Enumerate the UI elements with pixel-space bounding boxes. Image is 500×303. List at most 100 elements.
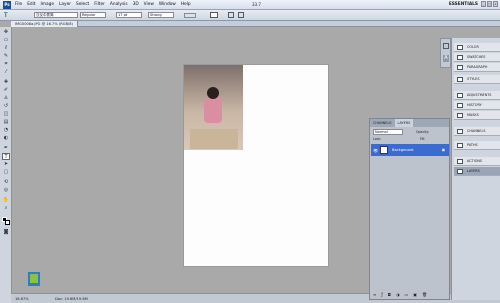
3d-panel-icon[interactable] bbox=[443, 43, 449, 49]
document-tab[interactable]: IMG0008a.JPG @ 16.7% (RGB/8) bbox=[11, 21, 78, 27]
dock-adjustments-label: ADJUSTMENTS bbox=[467, 93, 492, 97]
dock-swatches[interactable]: SWATCHES bbox=[454, 53, 500, 62]
photoshop-logo: Ps bbox=[3, 1, 11, 9]
workspace-switcher[interactable]: ESSENTIALS bbox=[449, 2, 478, 7]
background-color-swatch[interactable] bbox=[5, 220, 10, 225]
dock-history[interactable]: HISTORY bbox=[454, 101, 500, 110]
font-size-field[interactable]: 17 pt bbox=[116, 12, 142, 18]
blend-mode-select[interactable]: Normal bbox=[373, 129, 403, 135]
align-left-icon[interactable] bbox=[184, 13, 196, 18]
dock-actions[interactable]: ACTIONS bbox=[454, 157, 500, 166]
dock-styles[interactable]: STYLES bbox=[454, 75, 500, 84]
menu-edit[interactable]: Edit bbox=[27, 2, 35, 7]
maximize-icon[interactable]: □ bbox=[487, 1, 492, 7]
font-family-select[interactable]: 汉仪中秀简 bbox=[34, 12, 78, 18]
menu-bar: Ps File Edit Image Layer Select Filter A… bbox=[0, 0, 500, 10]
layers-footer: ∞ ƒ ◘ ◑ ▭ ▣ 🗑 bbox=[373, 292, 427, 297]
adjustments-icon bbox=[457, 93, 463, 98]
adjustment-icon[interactable]: ◑ bbox=[396, 292, 400, 297]
dock-layers[interactable]: LAYERS bbox=[454, 167, 500, 176]
pen-tool-icon[interactable]: ✒ bbox=[2, 145, 10, 152]
eyedropper-tool-icon[interactable]: ⁄ bbox=[2, 69, 10, 76]
zoom-tool-icon[interactable]: ⌕ bbox=[2, 205, 10, 212]
brush-tool-icon[interactable]: ✐ bbox=[2, 87, 10, 94]
dock-masks[interactable]: MASKS bbox=[454, 111, 500, 120]
3d-orbit-tool-icon[interactable]: ◎ bbox=[2, 187, 10, 194]
eye-icon[interactable]: 👁 bbox=[373, 148, 378, 153]
menu-layer[interactable]: Layer bbox=[59, 2, 71, 7]
lasso-tool-icon[interactable]: ℓ bbox=[2, 45, 10, 52]
window-controls: _ □ x bbox=[480, 1, 498, 7]
dock-paragraph-label: PARAGRAPH bbox=[467, 65, 488, 69]
menu-image[interactable]: Image bbox=[41, 2, 54, 7]
dock-history-label: HISTORY bbox=[467, 103, 482, 107]
document-tab-bar: IMG0008a.JPG @ 16.7% (RGB/8) bbox=[11, 21, 500, 27]
main-menu: File Edit Image Layer Select Filter Anal… bbox=[15, 2, 196, 7]
styles-icon bbox=[457, 77, 463, 82]
zoom-percentage[interactable]: 16.67% bbox=[15, 297, 29, 301]
actions-icon bbox=[457, 159, 463, 164]
menu-filter[interactable]: Filter bbox=[94, 2, 105, 7]
photo-image bbox=[184, 65, 243, 150]
blur-tool-icon[interactable]: ◔ bbox=[2, 127, 10, 134]
move-tool-icon[interactable]: ✥ bbox=[2, 29, 10, 36]
dock-color[interactable]: COLOR bbox=[454, 43, 500, 52]
dock-paths-label: PATHS bbox=[467, 143, 478, 147]
clone-stamp-tool-icon[interactable]: ♙ bbox=[2, 95, 10, 102]
quick-mask-icon[interactable]: ◙ bbox=[2, 229, 10, 236]
menu-help[interactable]: Help bbox=[181, 2, 191, 7]
hand-tool-icon[interactable]: ✋ bbox=[2, 197, 10, 204]
dock-paths[interactable]: PATHS bbox=[454, 141, 500, 150]
tab-layers[interactable]: LAYERS bbox=[394, 119, 414, 127]
document-canvas[interactable] bbox=[183, 64, 329, 267]
quick-select-tool-icon[interactable]: ✎ bbox=[2, 53, 10, 60]
close-icon[interactable]: x bbox=[493, 1, 498, 7]
dock-layers-label: LAYERS bbox=[467, 169, 480, 173]
font-style-select[interactable]: Regular bbox=[80, 12, 106, 18]
type-tool-icon[interactable]: T bbox=[2, 153, 10, 160]
new-layer-icon[interactable]: ▣ bbox=[413, 292, 417, 297]
zoom-level[interactable]: 33.7 bbox=[252, 2, 261, 7]
dock-channels[interactable]: CHANNELS bbox=[454, 127, 500, 136]
watermark-logo bbox=[28, 272, 40, 286]
layer-name[interactable]: Background bbox=[392, 148, 413, 152]
layers-icon bbox=[457, 169, 463, 174]
history-brush-tool-icon[interactable]: ↺ bbox=[2, 103, 10, 110]
mask-icon[interactable]: ◘ bbox=[388, 292, 391, 297]
menu-window[interactable]: Window bbox=[159, 2, 176, 7]
document-size: Doc: 19.6M/19.6M bbox=[55, 297, 88, 301]
layers-panel-tabs: CHANNELS LAYERS bbox=[370, 119, 449, 127]
dock-actions-label: ACTIONS bbox=[467, 159, 483, 163]
type-tool-icon[interactable]: T bbox=[4, 12, 8, 19]
healing-brush-tool-icon[interactable]: ✚ bbox=[2, 79, 10, 86]
shape-tool-icon[interactable]: ▢ bbox=[2, 169, 10, 176]
menu-select[interactable]: Select bbox=[76, 2, 89, 7]
text-color-swatch[interactable] bbox=[210, 12, 218, 18]
toolbox: ✥ ▭ ℓ ✎ ⌗ ⁄ ✚ ✐ ♙ ↺ ◫ ▤ ◔ ◐ ✒ T ➤ ▢ ⟲ ◎ … bbox=[0, 27, 12, 303]
character-panel-icon[interactable] bbox=[238, 12, 244, 18]
link-icon[interactable]: ∞ bbox=[373, 292, 376, 297]
menu-view[interactable]: View bbox=[144, 2, 154, 7]
trash-icon[interactable]: 🗑 bbox=[422, 292, 427, 297]
layer-row[interactable]: 👁 Background ▣ bbox=[371, 144, 449, 156]
minimize-icon[interactable]: _ bbox=[481, 1, 486, 7]
menu-file[interactable]: File bbox=[15, 2, 22, 7]
menu-analysis[interactable]: Analysis bbox=[110, 2, 128, 7]
tab-channels[interactable]: CHANNELS bbox=[370, 119, 395, 127]
dock-paragraph[interactable]: PARAGRAPH bbox=[454, 63, 500, 72]
group-icon[interactable]: ▭ bbox=[404, 292, 408, 297]
marquee-tool-icon[interactable]: ▭ bbox=[2, 37, 10, 44]
eraser-tool-icon[interactable]: ◫ bbox=[2, 111, 10, 118]
antialias-select[interactable]: Strong bbox=[148, 12, 174, 18]
fx-icon[interactable]: ƒ bbox=[381, 292, 382, 297]
3d-rotate-tool-icon[interactable]: ⟲ bbox=[2, 179, 10, 186]
character-panel-icon[interactable]: A bbox=[443, 55, 449, 62]
menu-3d[interactable]: 3D bbox=[133, 2, 139, 7]
dock-adjustments[interactable]: ADJUSTMENTS bbox=[454, 91, 500, 100]
crop-tool-icon[interactable]: ⌗ bbox=[2, 61, 10, 68]
panel-icon-column: A bbox=[440, 38, 451, 68]
dodge-tool-icon[interactable]: ◐ bbox=[2, 135, 10, 142]
path-select-tool-icon[interactable]: ➤ bbox=[2, 161, 10, 168]
gradient-tool-icon[interactable]: ▤ bbox=[2, 119, 10, 126]
warp-text-icon[interactable] bbox=[228, 12, 234, 18]
